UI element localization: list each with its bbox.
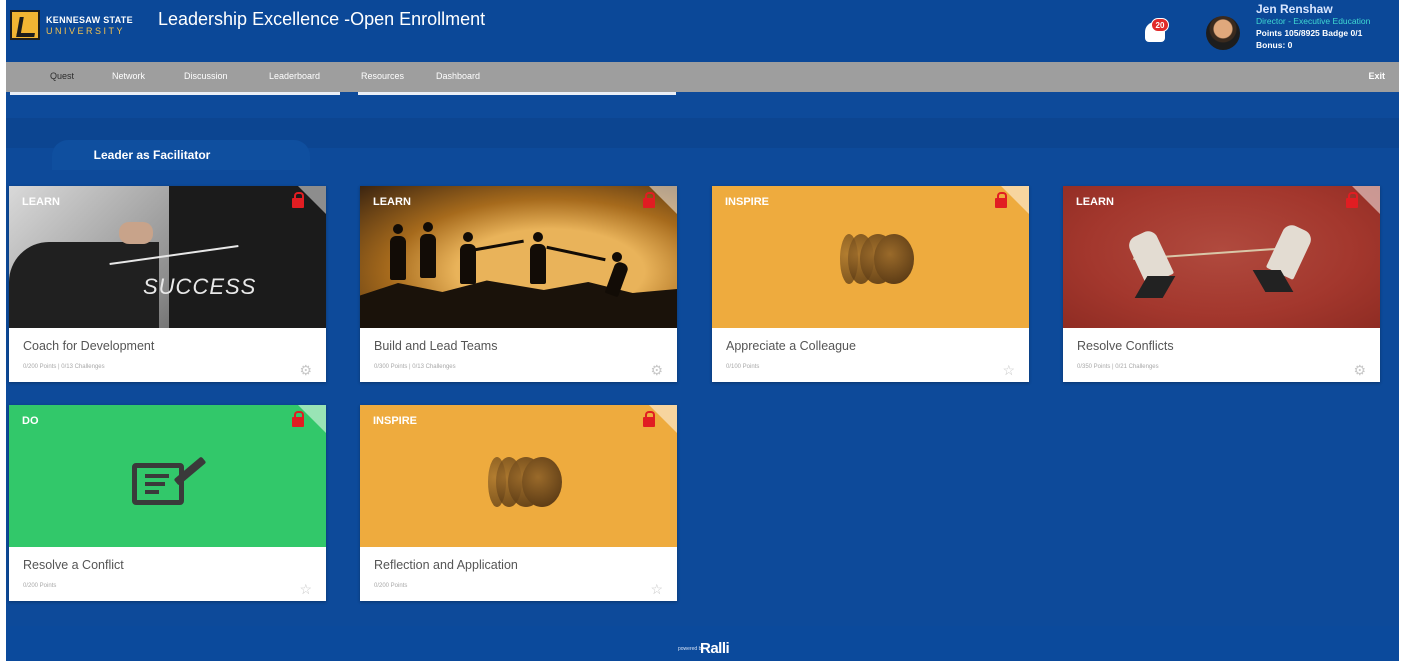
star-icon[interactable]: ☆ xyxy=(650,582,663,596)
gear-icon[interactable]: ⚙ xyxy=(650,363,663,377)
nav-item-quest[interactable]: Quest xyxy=(50,71,74,81)
card-title: Reflection and Application xyxy=(374,558,518,572)
lock-icon xyxy=(292,411,304,427)
user-points: Points 105/8925 Badge 0/1 xyxy=(1256,28,1363,38)
section-tab[interactable]: Leader as Facilitator xyxy=(52,140,310,170)
image-shape xyxy=(9,242,159,328)
image-shape xyxy=(463,232,473,242)
footer: powered by Ralli xyxy=(6,626,1399,661)
card-meta: 0/350 Points | 0/21 Challenges xyxy=(1077,364,1159,370)
image-shape xyxy=(145,474,169,478)
lock-icon xyxy=(1346,192,1358,208)
card-image-teams: LEARN xyxy=(360,186,677,328)
card-meta: 0/300 Points | 0/13 Challenges xyxy=(374,364,456,370)
ksu-logo-icon xyxy=(10,10,40,40)
main-nav: Quest Network Discussion Leaderboard Res… xyxy=(6,62,1399,92)
card-meta: 0/200 Points xyxy=(23,583,57,589)
image-shape xyxy=(522,457,562,507)
nav-item-network[interactable]: Network xyxy=(112,71,145,81)
image-shape xyxy=(420,234,436,278)
card-title: Resolve a Conflict xyxy=(23,558,124,572)
card-image-do: DO xyxy=(9,405,326,547)
quest-card[interactable]: LEARN Resolve Conflicts 0/350 Points | 0… xyxy=(1063,186,1380,382)
image-shape xyxy=(360,280,677,328)
nav-item-dashboard[interactable]: Dashboard xyxy=(436,71,480,81)
avatar[interactable] xyxy=(1206,16,1240,50)
quest-card[interactable]: INSPIRE Reflection and Application 0/200… xyxy=(360,405,677,601)
quest-card[interactable]: LEARN Build and Lead Teams 0/300 Points … xyxy=(360,186,677,382)
notifications-button[interactable]: 20 xyxy=(1143,18,1169,42)
quest-card[interactable]: INSPIRE Appreciate a Colleague 0/100 Poi… xyxy=(712,186,1029,382)
logo-text-line2: UNIVERSITY xyxy=(46,26,126,36)
image-shape xyxy=(874,234,914,284)
image-shape xyxy=(546,245,606,262)
card-title: Appreciate a Colleague xyxy=(726,339,856,353)
image-shape xyxy=(390,236,406,280)
card-title: Build and Lead Teams xyxy=(374,339,498,353)
image-shape xyxy=(474,239,524,252)
card-image-conflict: LEARN xyxy=(1063,186,1380,328)
user-bonus: Bonus: 0 xyxy=(1256,40,1293,50)
nav-underline-left xyxy=(10,92,340,95)
card-tag: LEARN xyxy=(22,196,60,208)
quest-card[interactable]: DO Resolve a Conflict 0/200 Points ☆ xyxy=(9,405,326,601)
edit-document-icon xyxy=(132,463,184,505)
app-title: Leadership Excellence -Open Enrollment xyxy=(158,9,486,29)
card-tag: LEARN xyxy=(373,196,411,208)
exit-link[interactable]: Exit xyxy=(1368,71,1385,81)
card-meta: 0/200 Points | 0/13 Challenges xyxy=(23,364,105,370)
card-meta: 0/200 Points xyxy=(374,583,408,589)
image-shape xyxy=(393,224,403,234)
card-tag: INSPIRE xyxy=(373,415,418,427)
nav-underline-right xyxy=(358,92,676,95)
image-shape xyxy=(530,244,546,284)
star-icon[interactable]: ☆ xyxy=(299,582,312,596)
lock-icon xyxy=(643,411,655,427)
drum-icon xyxy=(840,234,914,284)
header-bar: KENNESAW STATE UNIVERSITY Leadership Exc… xyxy=(6,0,1399,62)
card-title: Coach for Development xyxy=(23,339,155,353)
card-meta: 0/100 Points xyxy=(726,364,760,370)
user-role: Director - Executive Education xyxy=(1256,16,1371,26)
logo-text-line1: KENNESAW STATE xyxy=(46,15,133,25)
image-shape xyxy=(145,490,159,494)
star-icon[interactable]: ☆ xyxy=(1002,363,1015,377)
lock-icon xyxy=(643,192,655,208)
image-shape xyxy=(145,482,165,486)
ralli-logo[interactable]: Ralli xyxy=(700,640,730,657)
lock-icon xyxy=(995,192,1007,208)
card-image-inspire: INSPIRE xyxy=(712,186,1029,328)
image-shape xyxy=(612,252,622,262)
nav-item-resources[interactable]: Resources xyxy=(361,71,404,81)
app-frame: KENNESAW STATE UNIVERSITY Leadership Exc… xyxy=(6,0,1399,661)
gear-icon[interactable]: ⚙ xyxy=(299,363,312,377)
lock-icon xyxy=(292,192,304,208)
image-shape xyxy=(119,222,153,244)
nav-item-discussion[interactable]: Discussion xyxy=(184,71,228,81)
section-title: Leader as Facilitator xyxy=(93,148,211,162)
quest-card[interactable]: SUCCESS LEARN Coach for Development 0/20… xyxy=(9,186,326,382)
image-shape xyxy=(533,232,543,242)
image-shape xyxy=(423,222,433,232)
card-image-inspire: INSPIRE xyxy=(360,405,677,547)
card-tag: INSPIRE xyxy=(725,196,770,208)
image-shape xyxy=(1134,276,1176,298)
card-tag: LEARN xyxy=(1076,196,1114,208)
nav-item-leaderboard[interactable]: Leaderboard xyxy=(269,71,320,81)
ksu-logo[interactable]: KENNESAW STATE UNIVERSITY xyxy=(10,10,150,50)
user-name: Jen Renshaw xyxy=(1256,2,1333,16)
drum-icon xyxy=(488,457,562,507)
gear-icon[interactable]: ⚙ xyxy=(1353,363,1366,377)
card-image-success: SUCCESS LEARN xyxy=(9,186,326,328)
chalk-success-art: SUCCESS xyxy=(143,274,257,299)
card-title: Resolve Conflicts xyxy=(1077,339,1174,353)
notification-badge: 20 xyxy=(1151,18,1169,32)
card-tag: DO xyxy=(22,415,39,427)
